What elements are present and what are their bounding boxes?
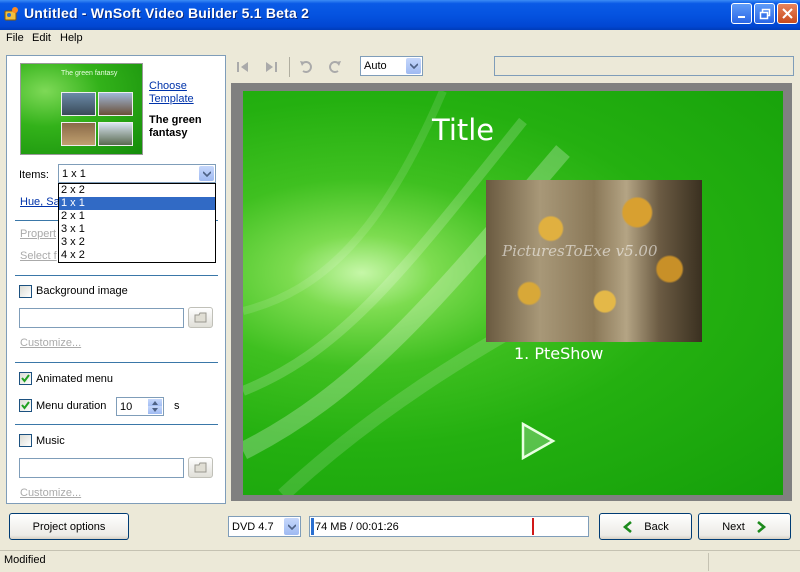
status-divider [708,553,709,571]
menu-help[interactable]: Help [60,32,83,44]
menu-edit[interactable]: Edit [32,32,51,44]
items-select-value: 1 x 1 [62,168,86,180]
menu-duration-stepper[interactable]: 10 [116,397,164,416]
app-icon [4,6,20,22]
menu-title[interactable]: Title [432,113,494,147]
divider [15,362,218,363]
hue-saturation-link[interactable]: Hue, Sa [20,196,60,208]
zoom-select-value: Auto [364,60,387,72]
minimize-button[interactable] [731,3,752,24]
dropdown-option[interactable]: 3 x 2 [59,236,215,249]
template-thumbnail[interactable]: The green fantasy [20,63,143,155]
disc-limit-marker [532,518,534,535]
redo-icon[interactable] [325,59,343,75]
menu-item-thumbnail[interactable]: PicturesToExe v5.00 [486,180,702,342]
status-text: Modified [4,554,46,566]
background-image-label: Background image [36,285,128,297]
background-image-checkbox[interactable] [19,285,32,298]
items-label: Items: [19,169,49,181]
back-label: Back [644,520,669,533]
music-path[interactable] [19,458,184,478]
play-icon[interactable] [520,421,556,463]
check-icon [21,374,30,383]
menu-duration-value: 10 [120,401,133,413]
restore-icon [759,8,770,19]
disc-type-value: DVD 4.7 [232,521,274,533]
menu-duration-checkbox[interactable] [19,399,32,412]
divider [15,275,218,276]
arrow-left-icon [623,520,633,533]
thumbnail-title: The green fantasy [61,70,118,77]
title-bar[interactable]: Untitled - WnSoft Video Builder 5.1 Beta… [0,0,800,30]
toolbar-separator [289,57,290,77]
photo-watermark: PicturesToExe v5.00 [502,242,658,260]
chevron-down-icon[interactable] [406,58,421,74]
thumbnail-photo [98,92,133,116]
background-customize-link[interactable]: Customize... [20,337,81,349]
minimize-icon [737,15,745,18]
menu-item-caption[interactable]: 1. PteShow [514,344,603,363]
previous-page-icon[interactable] [234,59,252,75]
status-bar [0,550,800,572]
arrow-right-icon [756,520,766,533]
dropdown-option-selected[interactable]: 1 x 1 [59,197,215,210]
folder-icon [194,462,206,473]
toolbar-text-field [494,56,794,76]
template-name: The green fantasy [149,114,202,139]
properties-link[interactable]: Propert [20,228,56,240]
disc-usage-text: 74 MB / 00:01:26 [315,521,399,533]
next-page-icon[interactable] [262,59,280,75]
music-customize-link[interactable]: Customize... [20,487,81,499]
chevron-down-icon[interactable] [199,166,214,181]
music-label: Music [36,435,65,447]
stepper-down-icon[interactable] [148,406,162,414]
animated-menu-checkbox[interactable] [19,372,32,385]
select-link[interactable]: Select f [20,250,57,262]
dropdown-option[interactable]: 3 x 1 [59,223,215,236]
thumbnail-photo [61,122,96,146]
items-select[interactable]: 1 x 1 [58,164,216,183]
disc-type-select[interactable]: DVD 4.7 [228,516,301,537]
chevron-down-icon[interactable] [284,518,299,535]
settings-panel: The green fantasy Choose Template The gr… [6,55,226,504]
dropdown-option[interactable]: 2 x 2 [59,184,215,197]
items-dropdown-list[interactable]: 2 x 2 1 x 1 2 x 1 3 x 1 3 x 2 4 x 2 [58,183,216,263]
dropdown-option[interactable]: 4 x 2 [59,249,215,262]
close-icon [782,8,793,19]
next-label: Next [722,520,745,533]
choose-template-link[interactable]: Choose Template [149,80,219,106]
back-button[interactable]: Back [599,513,692,540]
dropdown-option[interactable]: 2 x 1 [59,210,215,223]
menu-file[interactable]: File [6,32,24,44]
window-title: Untitled - WnSoft Video Builder 5.1 Beta… [24,5,310,21]
project-options-button[interactable]: Project options [9,513,129,540]
music-browse-button[interactable] [188,457,213,478]
animated-menu-label: Animated menu [36,373,114,385]
background-image-path[interactable] [19,308,184,328]
music-checkbox[interactable] [19,434,32,447]
check-icon [21,401,30,410]
next-button[interactable]: Next [698,513,791,540]
thumbnail-photo [98,122,133,146]
menu-bar: File Edit Help [0,30,800,48]
disc-usage-fill [311,518,314,535]
background-browse-button[interactable] [188,307,213,328]
close-button[interactable] [777,3,798,24]
menu-duration-label: Menu duration [36,400,107,412]
restore-button[interactable] [754,3,775,24]
divider [15,424,218,425]
thumbnail-photo [61,92,96,116]
menu-duration-unit: s [174,400,180,412]
disc-usage-bar: 74 MB / 00:01:26 [309,516,589,537]
undo-icon[interactable] [298,59,316,75]
zoom-select[interactable]: Auto [360,56,423,76]
folder-icon [194,312,206,323]
